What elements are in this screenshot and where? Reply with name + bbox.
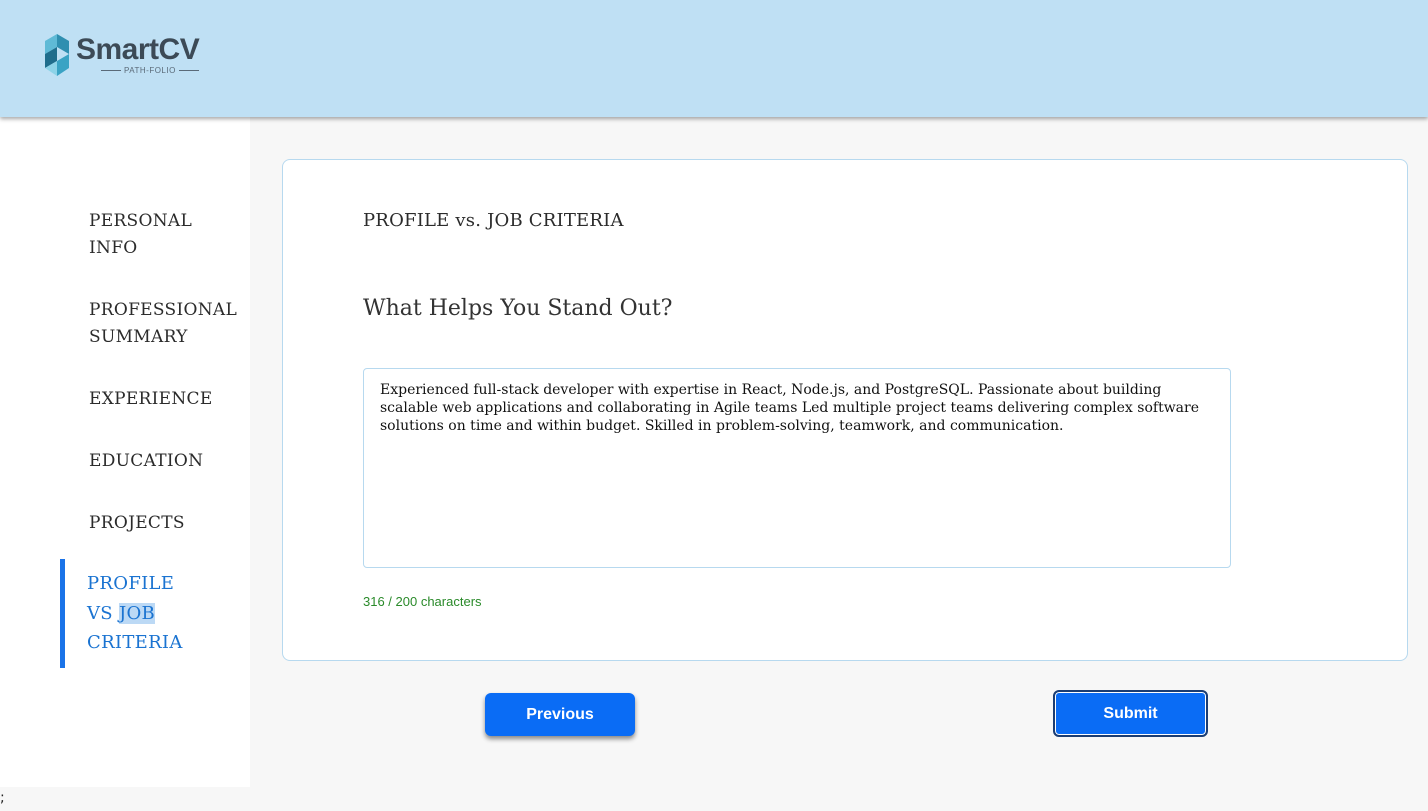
sidebar-item-personal-info[interactable]: PERSONAL INFO xyxy=(89,208,192,262)
sidebar-item-profile-vs-job-criteria[interactable]: PROFILE VS JOB CRITERIA xyxy=(87,569,183,658)
character-counter: 316 / 200 characters xyxy=(363,594,482,609)
sidebar-item-professional-summary[interactable]: PROFESSIONAL SUMMARY xyxy=(89,297,237,351)
sidebar-item-education[interactable]: EDUCATION xyxy=(89,448,203,475)
previous-button[interactable]: Previous xyxy=(485,693,635,736)
stand-out-textarea[interactable]: Experienced full-stack developer with ex… xyxy=(363,368,1231,568)
submit-button[interactable]: Submit xyxy=(1053,690,1208,737)
brand-tagline: PATH-FOLIO xyxy=(98,66,202,75)
active-indicator xyxy=(60,559,65,668)
section-title: PROFILE vs. JOB CRITERIA xyxy=(363,210,624,231)
text-selection-highlight: JOB xyxy=(118,602,156,624)
brand-name: SmartCV xyxy=(76,33,200,66)
sidebar-item-experience[interactable]: EXPERIENCE xyxy=(89,386,213,413)
sidebar-nav: PERSONAL INFO PROFESSIONAL SUMMARY EXPERIE… xyxy=(0,117,250,787)
app-header: SmartCV PATH-FOLIO xyxy=(0,0,1428,117)
question-heading: What Helps You Stand Out? xyxy=(363,296,673,321)
logo-mark-icon xyxy=(45,34,69,76)
smartcv-logo[interactable]: SmartCV PATH-FOLIO xyxy=(42,32,202,78)
stray-text: ; xyxy=(0,790,5,806)
form-card: PROFILE vs. JOB CRITERIA What Helps You … xyxy=(282,159,1408,661)
sidebar-item-projects[interactable]: PROJECTS xyxy=(89,510,185,537)
